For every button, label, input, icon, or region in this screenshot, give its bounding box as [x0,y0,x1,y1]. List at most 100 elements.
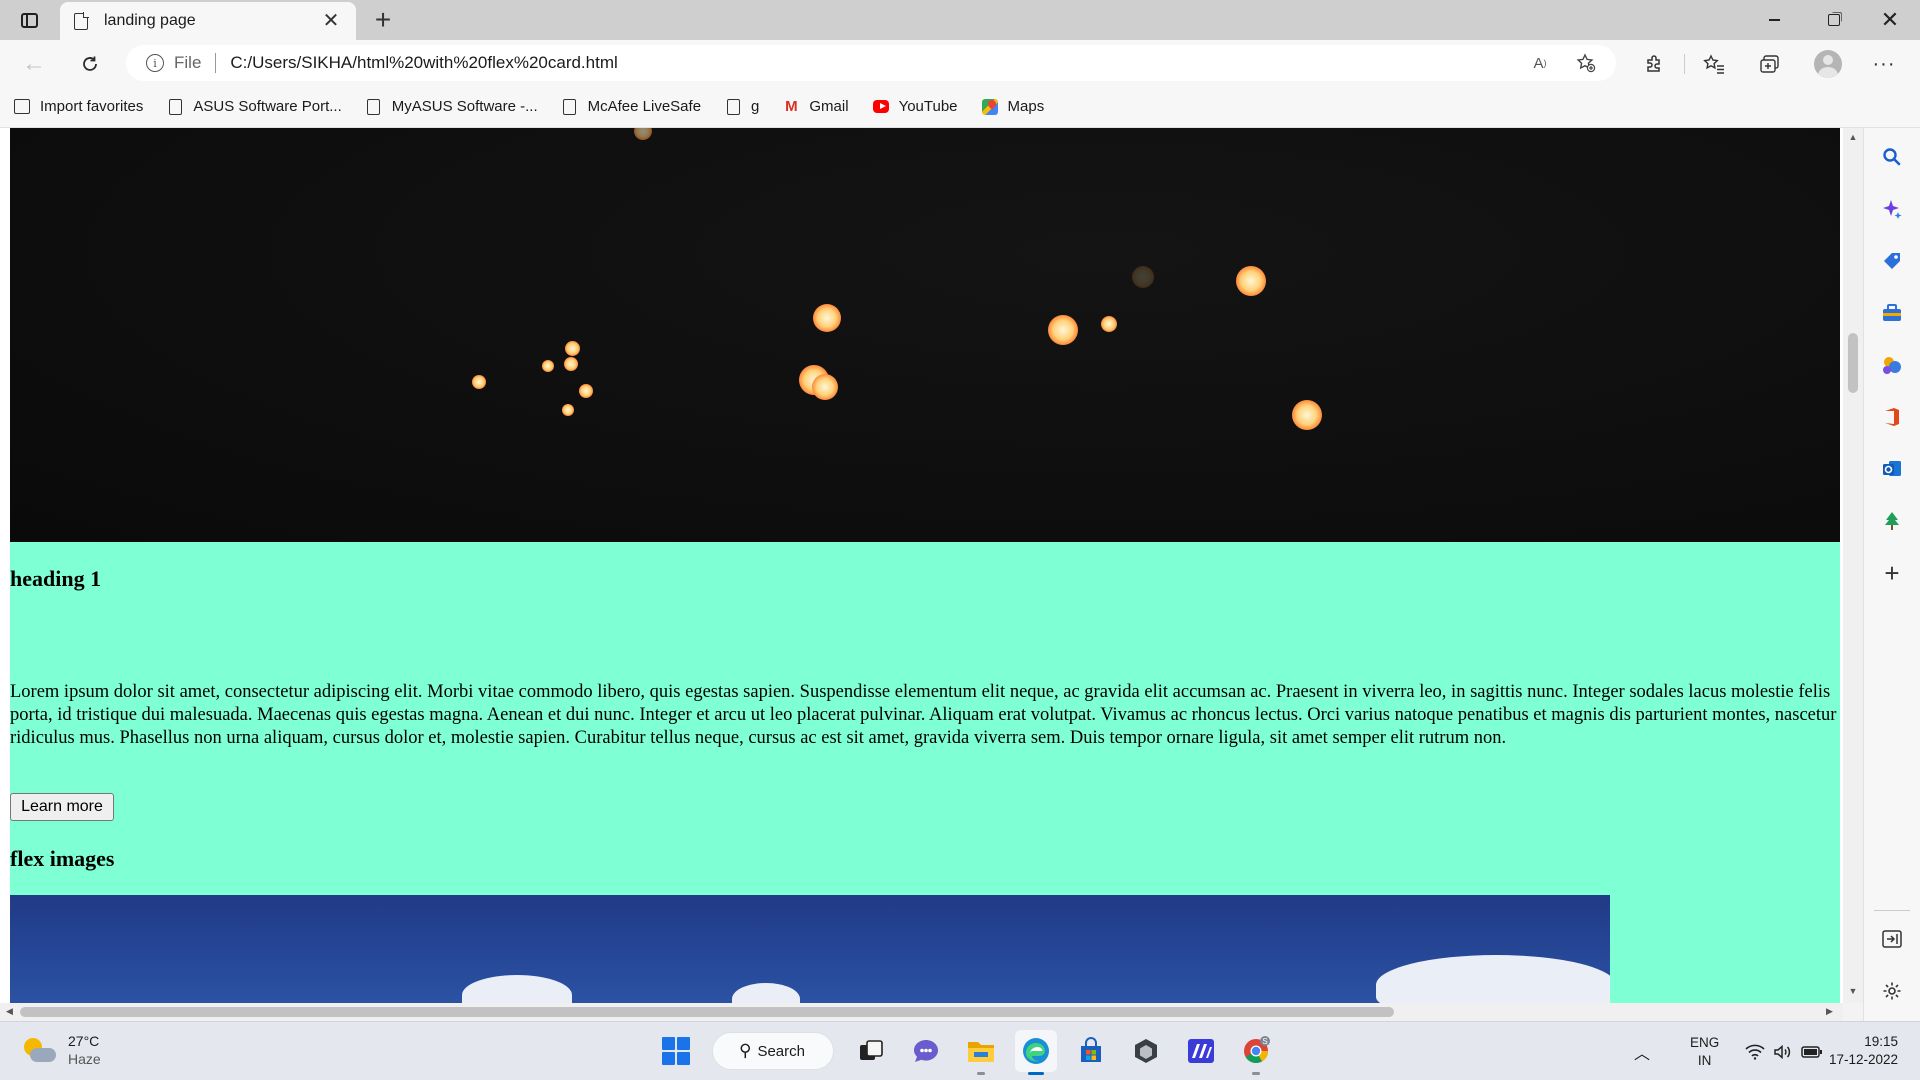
favorite-label: Import favorites [40,98,144,115]
task-view-button[interactable] [850,1030,892,1072]
start-button[interactable] [656,1031,696,1071]
weather-widget[interactable]: 27°C Haze [22,1032,101,1068]
microsoft-store-button[interactable] [1070,1030,1112,1072]
favorite-label: Gmail [809,98,849,115]
vertical-scroll-thumb[interactable] [1848,333,1858,393]
favorites-icon [1703,54,1724,74]
page-icon [167,98,183,116]
site-info-icon[interactable]: i [146,54,164,72]
taskbar-search[interactable]: ⚲ Search [712,1032,834,1070]
scroll-down-icon[interactable]: ▼ [1848,986,1858,996]
fireworks-image [10,128,1840,542]
edge-browser-button[interactable] [1015,1030,1057,1075]
scroll-right-icon[interactable]: ▶ [1826,1006,1833,1017]
scheme-label: File [174,53,202,72]
favorite-gmail[interactable]: M Gmail [783,98,848,116]
minimize-button[interactable] [1746,0,1802,40]
favorite-myasus-software[interactable]: MyASUS Software -... [366,98,538,116]
import-icon [14,98,30,116]
sidebar-add-icon[interactable]: + [1877,558,1907,588]
horizontal-scroll-thumb[interactable] [20,1007,1394,1017]
add-favorite-icon[interactable] [1572,49,1600,77]
maps-icon [981,98,998,116]
tab-landing-page[interactable]: landing page ✕ [60,2,356,40]
new-tab-button[interactable]: + [368,5,398,35]
favorite-label: g [751,98,760,115]
vertical-scrollbar[interactable]: ▲ ▼ [1843,128,1863,1003]
sidebar-games-icon[interactable] [1877,350,1907,380]
favorite-import[interactable]: Import favorites [14,98,143,116]
battery-icon[interactable] [1801,1045,1823,1059]
sidebar-hide-icon[interactable] [1877,924,1907,954]
sidebar-search-icon[interactable] [1877,142,1907,172]
clock-time: 19:15 [1864,1034,1898,1049]
back-button[interactable]: ← [18,48,50,80]
scroll-up-icon[interactable]: ▲ [1848,132,1858,142]
title-bar: landing page ✕ + ✕ [0,0,1920,40]
star-plus-icon [1576,53,1596,73]
favorite-mcafee-livesafe[interactable]: McAfee LiveSafe [562,98,701,116]
sidebar-office-icon[interactable] [1877,402,1907,432]
chrome-icon: S [1244,1036,1270,1064]
settings-more-button[interactable]: ··· [1868,48,1900,80]
extensions-button[interactable] [1638,48,1670,80]
lorem-paragraph: Lorem ipsum dolor sit amet, consectetur … [10,682,1837,748]
collections-button[interactable] [1754,48,1786,80]
wifi-icon[interactable] [1745,1044,1765,1060]
favorite-label: McAfee LiveSafe [587,98,702,115]
cube-icon [1135,1039,1157,1063]
weather-condition: Haze [68,1051,101,1067]
favorite-youtube[interactable]: YouTube [872,98,958,116]
sidebar-divider [1874,910,1910,911]
store-icon [1081,1037,1101,1062]
gmail-icon: M [785,98,798,115]
restore-button[interactable] [1806,0,1862,40]
heading-1: heading 1 [10,566,102,591]
chrome-button[interactable]: S [1235,1030,1277,1075]
search-icon: ⚲ [739,1041,752,1060]
favorite-label: Maps [1007,98,1045,115]
teams-chat-button[interactable] [905,1030,947,1072]
input-language-indicator[interactable]: ENG IN [1690,1034,1719,1070]
favorite-maps[interactable]: Maps [981,98,1045,116]
learn-more-button[interactable]: Learn more [10,793,114,821]
favorites-button[interactable] [1698,48,1730,80]
scroll-left-icon[interactable]: ◀ [6,1006,13,1017]
puzzle-icon [1647,55,1660,72]
browser-toolbar: ← i File C:/Users/SIKHA/html%20with%20fl… [0,40,1920,86]
chat-icon [914,1040,938,1062]
show-hidden-icons-chevron-icon[interactable]: ︿ [1634,1040,1650,1064]
taskbar-clock[interactable]: 19:15 17-12-2022 [1822,1033,1898,1069]
edge-sidebar: + [1863,128,1920,1021]
app-logo-icon [1188,1039,1214,1063]
tab-actions-menu-button[interactable] [16,8,42,32]
unity-hub-button[interactable] [1125,1030,1167,1072]
sidebar-settings-icon[interactable] [1877,976,1907,1006]
tab-actions-icon [20,12,38,28]
close-window-button[interactable]: ✕ [1862,0,1918,40]
sidebar-outlook-icon[interactable] [1877,454,1907,484]
language-code: ENG [1690,1035,1720,1050]
sidebar-shopping-icon[interactable] [1877,246,1907,276]
profile-button[interactable] [1812,48,1844,80]
favorite-asus-software-portal[interactable]: ASUS Software Port... [167,98,342,116]
mytrix-app-button[interactable] [1180,1030,1222,1072]
favorite-label: MyASUS Software -... [391,98,538,115]
tab-close-icon[interactable]: ✕ [320,11,342,31]
sidebar-tools-icon[interactable] [1877,298,1907,328]
favorite-label: ASUS Software Port... [193,98,342,115]
sidebar-tree-icon[interactable] [1877,506,1907,536]
clock-date: 17-12-2022 [1828,1052,1898,1067]
refresh-button[interactable] [74,48,106,80]
file-explorer-button[interactable] [960,1030,1002,1075]
volume-icon[interactable] [1773,1044,1793,1060]
task-view-icon [860,1040,883,1060]
collections-icon [1760,55,1779,73]
horizontal-scrollbar[interactable]: ◀ ▶ [0,1003,1843,1021]
favorite-g[interactable]: g [725,98,759,116]
url-text[interactable]: C:/Users/SIKHA/html%20with%20flex%20card… [230,53,617,73]
tab-title: landing page [104,12,196,29]
address-bar[interactable]: i File C:/Users/SIKHA/html%20with%20flex… [126,45,1616,81]
read-aloud-icon[interactable]: A) [1526,49,1554,77]
sidebar-discover-icon[interactable] [1877,194,1907,224]
